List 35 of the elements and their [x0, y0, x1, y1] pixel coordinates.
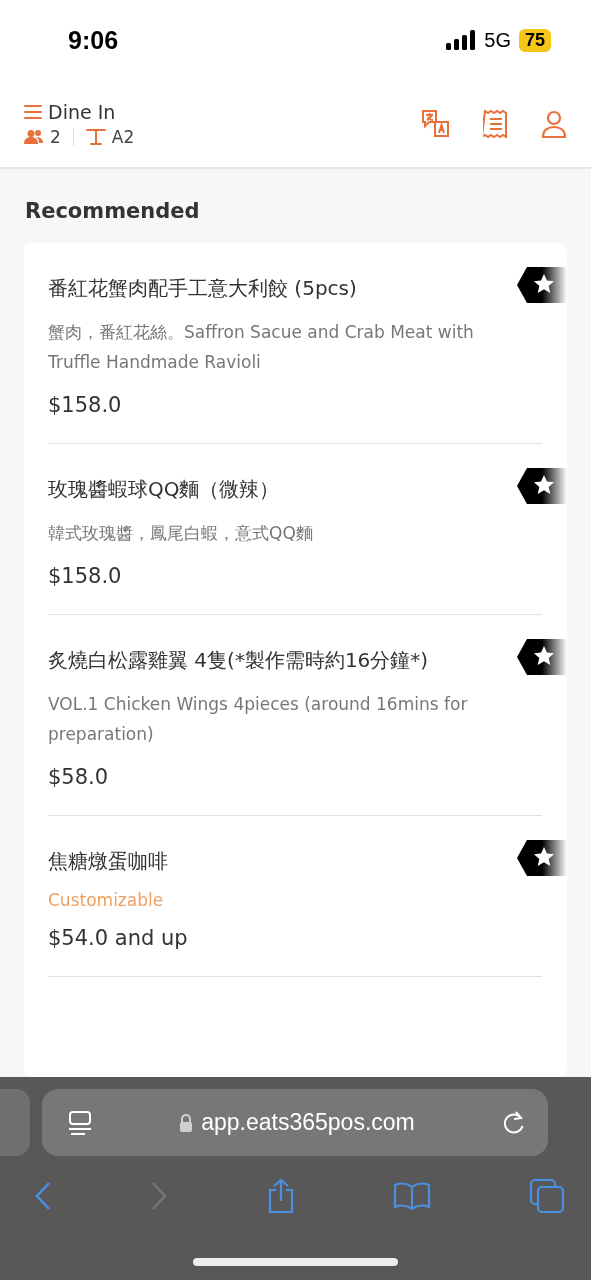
- signal-icon: [446, 30, 477, 50]
- item-name[interactable]: 番紅花蟹肉配手工意大利餃 (5pcs): [48, 276, 357, 300]
- table-icon: [85, 127, 106, 146]
- item-price: $58.0: [48, 765, 110, 789]
- people-icon: [24, 128, 44, 145]
- address-bar[interactable]: app.eats365pos.com: [42, 1089, 548, 1156]
- translate-icon[interactable]: [421, 108, 451, 139]
- tabs-icon[interactable]: [529, 1178, 565, 1214]
- item-price: $54.0 and up: [48, 926, 189, 950]
- menu-icon[interactable]: [24, 103, 42, 120]
- reload-icon[interactable]: [502, 1109, 526, 1136]
- item-description: VOL.1 Chicken Wings 4pieces (around 16mins for preparation): [48, 693, 469, 746]
- forward-icon[interactable]: [149, 1181, 168, 1211]
- back-icon[interactable]: [34, 1181, 52, 1211]
- bookmarks-icon[interactable]: [393, 1181, 432, 1211]
- item-price: $158.0: [48, 564, 123, 588]
- url-text[interactable]: app.eats365pos.com: [201, 1109, 415, 1136]
- section-title: Recommended: [25, 199, 201, 223]
- reader-icon[interactable]: [68, 1109, 92, 1136]
- item-name[interactable]: 炙燒白松露雞翼 4隻(*製作需時約16分鐘*): [48, 648, 429, 672]
- item-name[interactable]: 焦糖燉蛋咖啡: [48, 849, 168, 873]
- battery-indicator: 75: [518, 28, 551, 52]
- customizable-label: Customizable: [48, 890, 165, 910]
- item-description: 蟹肉，番紅花絲。Saffron Sacue and Crab Meat with Truffle Handmade Ravioli: [48, 321, 475, 374]
- dine-mode-label[interactable]: Dine In: [48, 100, 116, 123]
- status-time: 9:06: [68, 25, 119, 55]
- lock-icon: [179, 1113, 194, 1132]
- user-icon[interactable]: [541, 109, 567, 138]
- item-price: $158.0: [48, 393, 123, 417]
- network-label: 5G: [484, 28, 511, 52]
- item-description: 韓式玫瑰醬，鳳尾白蝦，意式QQ麵: [48, 522, 314, 545]
- guest-count: 2: [50, 126, 61, 147]
- item-name[interactable]: 玫瑰醬蝦球QQ麵（微辣）: [48, 477, 280, 501]
- table-number: A2: [111, 126, 135, 147]
- receipt-icon[interactable]: [483, 108, 509, 139]
